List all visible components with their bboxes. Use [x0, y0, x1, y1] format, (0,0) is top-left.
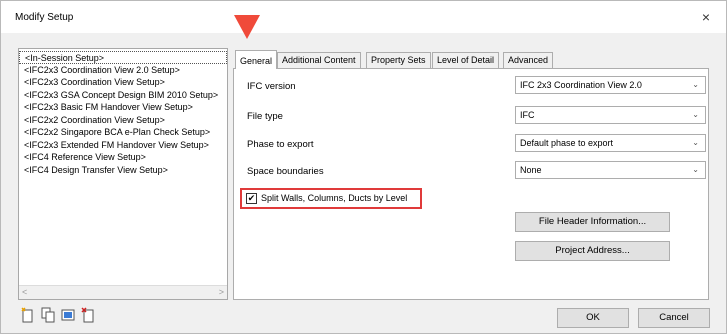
tab-additional-content[interactable]: Additional Content	[277, 52, 361, 68]
general-panel: IFC version IFC 2x3 Coordination View 2.…	[233, 68, 709, 300]
ok-button[interactable]: OK	[557, 308, 629, 328]
split-walls-label[interactable]: Split Walls, Columns, Ducts by Level	[261, 193, 407, 203]
horizontal-scrollbar[interactable]: < >	[19, 285, 227, 299]
split-walls-checkbox[interactable]: ✔	[246, 193, 257, 204]
chevron-down-icon: ⌄	[692, 138, 699, 147]
space-boundaries-select[interactable]: None ⌄	[515, 161, 706, 179]
modify-setup-dialog: Modify Setup × <In-Session Setup> <IFC2x…	[0, 0, 727, 334]
ifc-version-value: IFC 2x3 Coordination View 2.0	[520, 80, 642, 90]
phase-label: Phase to export	[247, 139, 314, 150]
setup-list[interactable]: <In-Session Setup> <IFC2x3 Coordination …	[18, 48, 228, 300]
space-boundaries-label: Space boundaries	[247, 166, 324, 177]
phase-select[interactable]: Default phase to export ⌄	[515, 134, 706, 152]
red-arrow-indicator	[234, 15, 260, 39]
file-type-value: IFC	[520, 110, 535, 120]
tab-general[interactable]: General	[235, 50, 278, 69]
file-type-select[interactable]: IFC ⌄	[515, 106, 706, 124]
setup-item-ifc2x3-cv[interactable]: <IFC2x3 Coordination View Setup>	[19, 76, 227, 89]
cancel-button[interactable]: Cancel	[638, 308, 710, 328]
split-walls-highlight: ✔ Split Walls, Columns, Ducts by Level	[240, 188, 422, 209]
setup-item-ifc2x3-basic-fm[interactable]: <IFC2x3 Basic FM Handover View Setup>	[19, 101, 227, 114]
tab-level-of-detail[interactable]: Level of Detail	[432, 52, 500, 68]
chevron-down-icon: ⌄	[692, 165, 699, 174]
setup-item-ifc4-reference[interactable]: <IFC4 Reference View Setup>	[19, 151, 227, 164]
file-type-label: File type	[247, 111, 283, 122]
phase-value: Default phase to export	[520, 138, 614, 148]
setup-item-ifc4-design-transfer[interactable]: <IFC4 Design Transfer View Setup>	[19, 164, 227, 177]
setup-item-ifc2x3-extended-fm[interactable]: <IFC2x3 Extended FM Handover View Setup>	[19, 139, 227, 152]
rename-setup-icon[interactable]	[61, 307, 75, 323]
setup-item-ifc2x3-cv2[interactable]: <IFC2x3 Coordination View 2.0 Setup>	[19, 64, 227, 77]
scroll-right-icon[interactable]: >	[219, 287, 224, 297]
dialog-title: Modify Setup	[15, 12, 74, 23]
close-icon[interactable]: ×	[698, 9, 714, 25]
delete-setup-icon[interactable]	[81, 307, 95, 323]
scroll-left-icon[interactable]: <	[22, 287, 27, 297]
chevron-down-icon: ⌄	[692, 80, 699, 89]
title-bar: Modify Setup ×	[1, 1, 726, 33]
setup-item-in-session[interactable]: <In-Session Setup>	[19, 51, 227, 64]
project-address-button[interactable]: Project Address...	[515, 241, 670, 261]
setup-item-ifc2x2-bca[interactable]: <IFC2x2 Singapore BCA e-Plan Check Setup…	[19, 126, 227, 139]
setup-item-ifc2x2-cv[interactable]: <IFC2x2 Coordination View Setup>	[19, 114, 227, 127]
ifc-version-select[interactable]: IFC 2x3 Coordination View 2.0 ⌄	[515, 76, 706, 94]
ifc-version-label: IFC version	[247, 81, 296, 92]
tab-advanced[interactable]: Advanced	[503, 52, 554, 68]
tab-property-sets[interactable]: Property Sets	[366, 52, 431, 68]
space-boundaries-value: None	[520, 165, 542, 175]
setup-item-ifc2x3-gsa[interactable]: <IFC2x3 GSA Concept Design BIM 2010 Setu…	[19, 89, 227, 102]
chevron-down-icon: ⌄	[692, 110, 699, 119]
duplicate-setup-icon[interactable]	[41, 307, 55, 323]
file-header-button[interactable]: File Header Information...	[515, 212, 670, 232]
new-setup-icon[interactable]	[21, 307, 35, 323]
